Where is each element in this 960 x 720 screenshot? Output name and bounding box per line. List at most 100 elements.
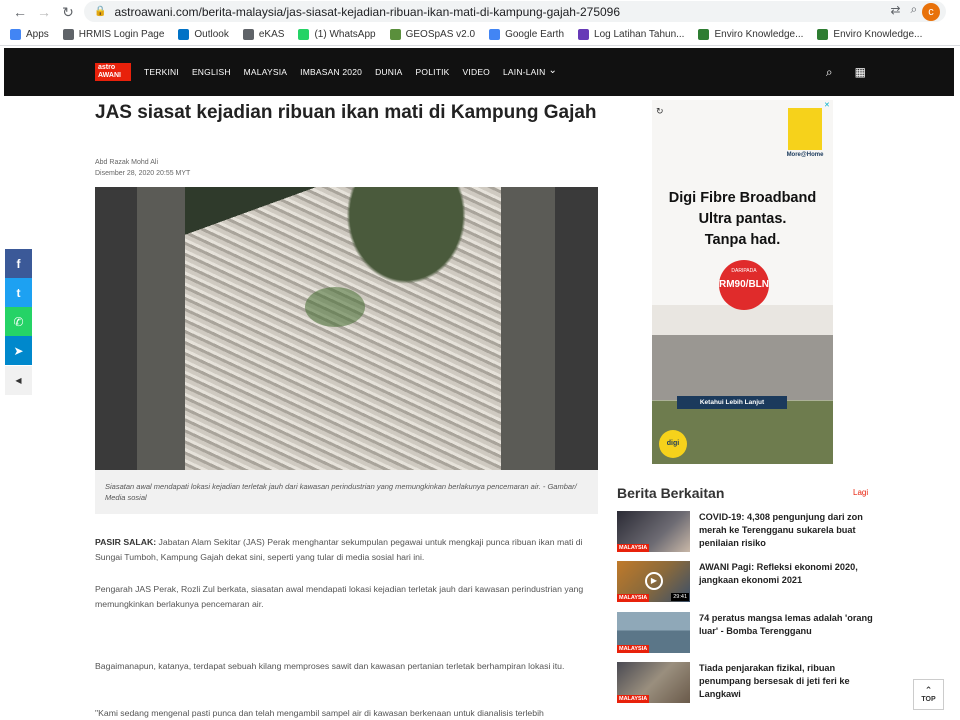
related-title[interactable]: AWANI Pagi: Refleksi ekonomi 2020, jangk… [699, 561, 877, 587]
ad-headline: Digi Fibre Broadband Ultra pantas. Tanpa… [652, 188, 833, 251]
bookmark-label: Outlook [194, 29, 229, 40]
related-title[interactable]: Tiada penjarakan fizikal, ribuan penumpa… [699, 662, 877, 701]
image-caption: Siasatan awal mendapati lokasi kejadian … [95, 470, 598, 514]
bookmark-item[interactable]: (1) WhatsApp [298, 29, 376, 40]
bookmark-label: (1) WhatsApp [314, 29, 376, 40]
related-item[interactable]: MALAYSIA COVID-19: 4,308 pengunjung dari … [617, 511, 877, 553]
related-title[interactable]: 74 peratus mangsa lemas adalah 'orang lu… [699, 612, 877, 638]
bookmark-item[interactable]: eKAS [242, 29, 285, 40]
zoom-icon[interactable]: ⌕ [911, 2, 918, 17]
share-bar: f t ✆ ➤ [5, 249, 32, 365]
reload-icon[interactable]: ↻ [56, 0, 80, 24]
twitter-icon[interactable]: t [5, 278, 32, 307]
article-paragraph-4: "Kami sedang mengenal pasti punca dan te… [95, 708, 544, 718]
related-item[interactable]: MALAYSIA Tiada penjarakan fizikal, ribuan… [617, 662, 877, 704]
ad-headline-2: Ultra pantas. [698, 211, 787, 227]
ad-cta-button[interactable]: Ketahui Lebih Lanjut [677, 396, 787, 409]
search-icon[interactable]: ⌕ [826, 65, 833, 80]
bookmark-item[interactable]: GEOSpAS v2.0 [389, 29, 476, 40]
site-navbar: astro AWANI TERKINI ENGLISH MALAYSIA IMBASA… [4, 48, 954, 96]
nav-link-malaysia[interactable]: MALAYSIA [244, 67, 288, 77]
paragraph-1-text: Jabatan Alam Sekitar (JAS) Perak menghan… [95, 537, 583, 562]
bookmark-favicon-icon [489, 29, 501, 40]
profile-avatar[interactable]: c [922, 3, 940, 21]
article-hero-image [95, 187, 598, 470]
bookmark-favicon-icon [62, 29, 74, 40]
bookmark-item[interactable]: HRMIS Login Page [62, 29, 164, 40]
related-more-link[interactable]: Lagi [853, 488, 868, 497]
related-thumbnail[interactable]: MALAYSIA [617, 662, 690, 703]
nav-links: TERKINI ENGLISH MALAYSIA IMBASAN 2020 DUNIA P… [144, 48, 557, 96]
dead-fish-photo [185, 187, 501, 470]
nav-link-lain-lain[interactable]: LAIN-LAIN [503, 67, 545, 77]
back-icon[interactable]: ← [8, 0, 32, 24]
nav-link-dunia[interactable]: DUNIA [375, 67, 402, 77]
ad-close-icon[interactable]: ✕ [824, 101, 830, 109]
related-thumbnail[interactable]: MALAYSIA [617, 612, 690, 653]
nav-link-politik[interactable]: POLITIK [416, 67, 450, 77]
bookmark-item[interactable]: Outlook [178, 29, 229, 40]
nav-link-terkini[interactable]: TERKINI [144, 67, 179, 77]
apps-grid-icon [10, 29, 21, 40]
bookmark-label: GEOSpAS v2.0 [405, 29, 476, 40]
logo-text-bottom: AWANI [98, 72, 121, 79]
bookmark-label: Google Earth [505, 29, 565, 40]
ad-sofa [652, 335, 833, 400]
category-tag: MALAYSIA [617, 695, 650, 703]
video-duration: 29:41 [671, 593, 689, 601]
bookmark-item[interactable]: Log Latihan Tahun... [578, 29, 684, 40]
whatsapp-icon[interactable]: ✆ [5, 307, 32, 336]
nav-link-english[interactable]: ENGLISH [192, 67, 231, 77]
bookmark-favicon-icon [389, 29, 401, 40]
bookmark-favicon-icon [578, 29, 590, 40]
author-name[interactable]: Abd Razak Mohd Ali [95, 157, 190, 168]
telegram-icon[interactable]: ➤ [5, 336, 32, 365]
forward-icon[interactable]: → [32, 0, 56, 24]
lock-icon: 🔒 [94, 6, 107, 17]
bookmark-label: eKAS [258, 29, 285, 40]
nav-link-imbasan-2020[interactable]: IMBASAN 2020 [300, 67, 362, 77]
grid-menu-icon[interactable]: ▦ [855, 65, 866, 80]
article-paragraph-1: PASIR SALAK: Jabatan Alam Sekitar (JAS) … [95, 535, 600, 565]
address-bar[interactable]: 🔒 astroawani.com/berita-malaysia/jas-sia… [84, 1, 946, 22]
bookmark-item[interactable]: Enviro Knowledge... [817, 29, 922, 40]
chevron-down-icon[interactable]: ⌄ [548, 65, 556, 76]
digi-advertisement[interactable]: ↻ ✕ More@Home Digi Fibre Broadband Ultra… [652, 100, 833, 464]
bookmark-label: Enviro Knowledge... [833, 29, 923, 40]
bookmark-favicon-icon [178, 29, 190, 40]
url-text[interactable]: astroawani.com/berita-malaysia/jas-siasa… [114, 5, 620, 19]
bookmark-item[interactable]: Google Earth [489, 29, 564, 40]
ad-refresh-icon: ↻ [656, 106, 664, 116]
translate-icon[interactable]: ⇄ [890, 3, 900, 17]
site-logo[interactable]: astro AWANI [95, 63, 131, 81]
related-title[interactable]: COVID-19: 4,308 pengunjung dari zon mera… [699, 511, 877, 550]
related-item[interactable]: MALAYSIA ▶ 29:41 AWANI Pagi: Refleksi ekono… [617, 561, 877, 603]
price-value: RM90/BLN [719, 279, 770, 290]
category-tag: MALAYSIA [617, 594, 650, 602]
publish-date: Disember 28, 2020 20:55 MYT [95, 170, 191, 177]
bookmark-favicon-icon [698, 29, 710, 40]
bookmark-item[interactable]: Apps [10, 29, 49, 40]
article-paragraph-2: Pengarah JAS Perak, Rozli Zul berkata, s… [95, 584, 584, 609]
chevron-up-icon: ⌃ [924, 685, 933, 695]
back-to-top-button[interactable]: ⌃ TOP [913, 679, 944, 710]
article-title: JAS siasat kejadian ribuan ikan mati di … [95, 102, 597, 123]
logo-text-top: astro [98, 64, 116, 71]
facebook-icon[interactable]: f [5, 249, 32, 278]
related-heading: Berita Berkaitan [617, 485, 725, 501]
ad-brand: More@Home [786, 152, 824, 158]
related-thumbnail[interactable]: MALAYSIA ▶ 29:41 [617, 561, 690, 602]
price-prefix: DARIPADA [731, 268, 757, 274]
top-label: TOP [921, 696, 936, 703]
bookmarks-bar: Apps HRMIS Login Page Outlook eKAS (1) Whats… [0, 24, 960, 46]
house-icon [788, 108, 822, 150]
related-item[interactable]: MALAYSIA 74 peratus mangsa lemas adalah '… [617, 612, 877, 654]
play-icon[interactable]: ▶ [645, 572, 663, 590]
related-thumbnail[interactable]: MALAYSIA [617, 511, 690, 552]
collapse-share-button[interactable]: ◀ [5, 366, 32, 395]
nav-link-video[interactable]: VIDEO [463, 67, 490, 77]
article-paragraph-3: Bagaimanapun, katanya, terdapat sebuah k… [95, 661, 565, 671]
bookmark-label: Log Latihan Tahun... [594, 29, 685, 40]
bookmark-favicon-icon [817, 29, 829, 40]
bookmark-item[interactable]: Enviro Knowledge... [698, 29, 803, 40]
